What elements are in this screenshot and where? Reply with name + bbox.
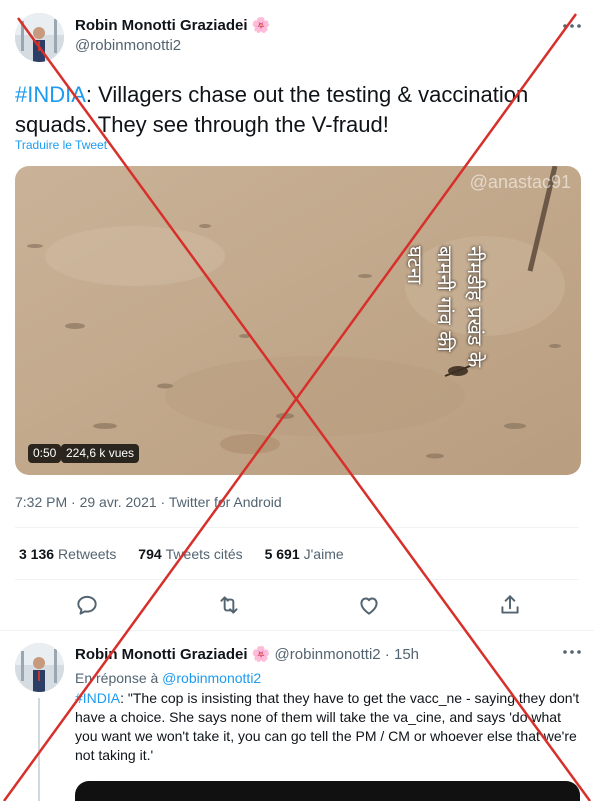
video-caption-overlay: नीमडीह प्रखंड के बामनी गांव की घटना bbox=[345, 236, 545, 456]
hashtag-link[interactable]: #INDIA bbox=[15, 82, 86, 107]
author-handle[interactable]: @robinmonotti2 bbox=[75, 37, 181, 54]
replying-prefix: En réponse à bbox=[75, 670, 163, 686]
likes-stat[interactable]: 5 691 J'aime bbox=[265, 546, 344, 562]
video-player[interactable]: @anastac91 नीमडीह प्रखंड के बामनी गांव क… bbox=[15, 166, 581, 475]
translate-tweet-link[interactable]: Traduire le Tweet bbox=[15, 138, 107, 152]
likes-count: 5 691 bbox=[264, 546, 300, 562]
retweets-label: Retweets bbox=[58, 546, 117, 562]
like-icon[interactable] bbox=[356, 592, 382, 618]
tweet-text: #INDIA: Villagers chase out the testing … bbox=[15, 80, 575, 140]
reply-author-avatar[interactable] bbox=[15, 643, 64, 692]
share-icon[interactable] bbox=[497, 592, 523, 618]
reply-more-options-icon[interactable] bbox=[560, 640, 584, 664]
reply-handle-time[interactable]: @robinmonotti2 · 15h bbox=[275, 646, 419, 663]
quotes-label: Tweets cités bbox=[165, 546, 243, 562]
thread-line bbox=[38, 698, 40, 801]
replying-to-link[interactable]: @robinmonotti2 bbox=[162, 670, 261, 686]
quotes-stat[interactable]: 794 Tweets cités bbox=[138, 546, 242, 562]
reply-author-name[interactable]: Robin Monotti Graziadei 🌸 @robinmonotti2… bbox=[75, 645, 419, 663]
flower-emoji: 🌸 bbox=[251, 17, 271, 34]
more-options-icon[interactable] bbox=[560, 14, 584, 38]
overlay-line-3: घटना bbox=[403, 246, 427, 285]
reply-hashtag-link[interactable]: #INDIA bbox=[75, 690, 120, 706]
reply-media-preview[interactable] bbox=[75, 781, 580, 801]
video-watermark: @anastac91 bbox=[469, 172, 571, 192]
author-avatar[interactable] bbox=[15, 13, 64, 62]
quotes-count: 794 bbox=[138, 546, 162, 562]
overlay-line-2: बामनी गांव की bbox=[433, 246, 457, 352]
author-name-text: Robin Monotti Graziadei bbox=[75, 17, 248, 34]
author-name[interactable]: Robin Monotti Graziadei 🌸 bbox=[75, 16, 270, 34]
reply-author-name-text: Robin Monotti Graziadei bbox=[75, 646, 248, 663]
video-duration-badge: 0:50 bbox=[28, 444, 62, 463]
video-views-badge: 224,6 k vues bbox=[61, 444, 140, 463]
tweet-text-body: : Villagers chase out the testing & vacc… bbox=[15, 82, 529, 137]
divider bbox=[15, 579, 579, 580]
flower-emoji: 🌸 bbox=[251, 646, 271, 663]
retweet-icon[interactable] bbox=[216, 592, 242, 618]
retweets-stat[interactable]: 3 136 Retweets bbox=[19, 546, 116, 562]
replying-to: En réponse à @robinmonotti2 bbox=[75, 670, 261, 686]
overlay-line-1: नीमडीह प्रखंड के bbox=[463, 246, 487, 368]
tweet-separator bbox=[0, 630, 594, 631]
tweet-stats: 3 136 Retweets 794 Tweets cités 5 691 J'aim… bbox=[19, 546, 362, 562]
tweet-timestamp[interactable]: 7:32 PM · 29 avr. 2021 · Twitter for And… bbox=[15, 494, 282, 510]
reply-text-body: : "The cop is insisting that they have t… bbox=[75, 690, 580, 763]
retweets-count: 3 136 bbox=[19, 546, 55, 562]
reply-text: #INDIA: "The cop is insisting that they … bbox=[75, 689, 580, 765]
likes-label: J'aime bbox=[303, 546, 344, 562]
reply-icon[interactable] bbox=[74, 592, 100, 618]
divider bbox=[15, 527, 579, 528]
